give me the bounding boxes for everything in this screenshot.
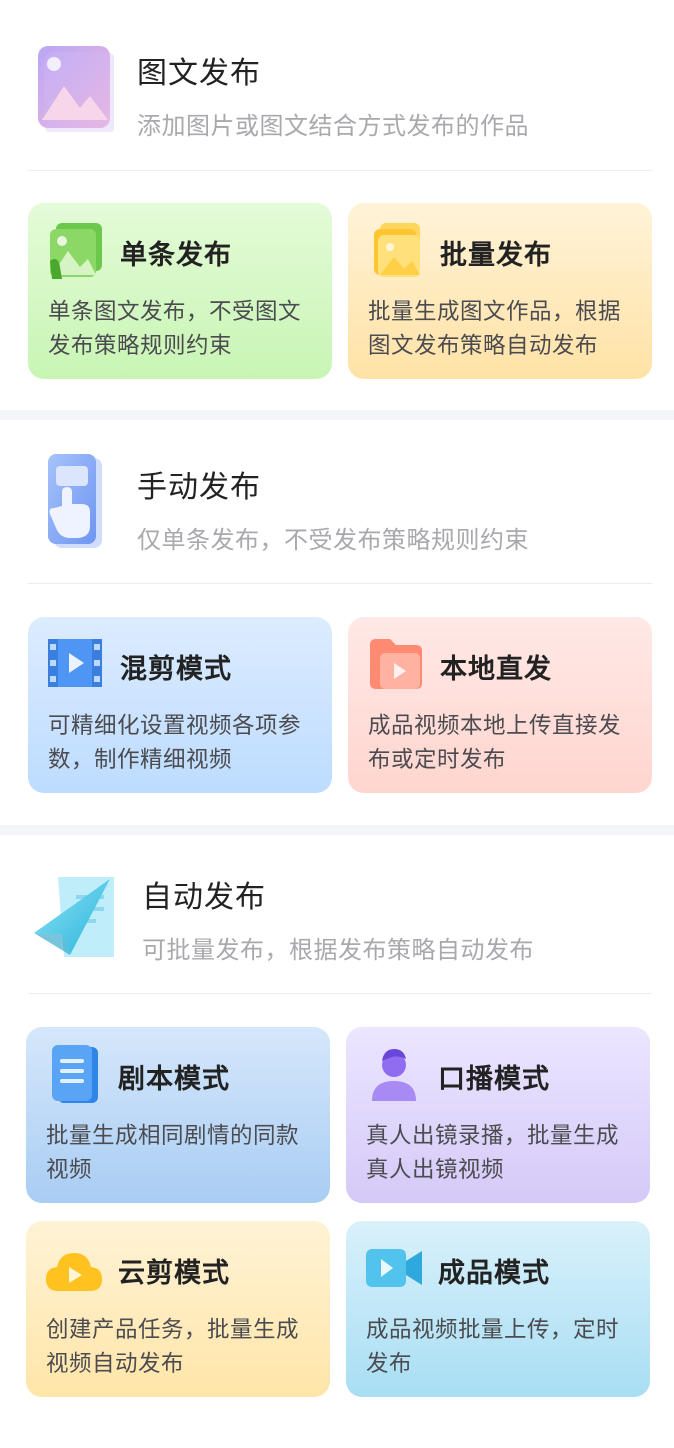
section-manual-post: 手动发布 仅单条发布，不受发布策略规则约束 混剪模式 可精细化设置视频各项参数，…	[0, 420, 674, 825]
card-desc: 批量生成相同剧情的同款视频	[46, 1123, 300, 1183]
section-auto-post: 自动发布 可批量发布，根据发布策略自动发布 剧本模式 批量生成相同剧情的同款视频…	[0, 835, 674, 1448]
card-title: 剧本模式	[118, 1064, 230, 1095]
manual-touch-icon	[40, 454, 120, 548]
image-stack-icon	[366, 221, 426, 279]
card-batch-post[interactable]: 批量发布 批量生成图文作品，根据图文发布策略自动发布	[348, 203, 652, 379]
card-title: 云剪模式	[118, 1258, 230, 1289]
section-desc: 添加图片或图文结合方式发布的作品	[137, 112, 529, 140]
card-title: 混剪模式	[120, 654, 232, 685]
section-title: 自动发布	[142, 880, 266, 915]
card-desc: 真人出镜录播，批量生成真人出镜视频	[366, 1123, 620, 1183]
card-title: 本地直发	[440, 654, 552, 685]
card-desc: 单条图文发布，不受图文发布策略规则约束	[48, 299, 302, 359]
card-title: 单条发布	[120, 240, 232, 271]
section-desc: 仅单条发布，不受发布策略规则约束	[137, 526, 529, 554]
card-cloud-edit-mode[interactable]: 云剪模式 创建产品任务，批量生成视频自动发布	[26, 1221, 330, 1397]
card-finished-mode[interactable]: 成品模式 成品视频批量上传，定时发布	[346, 1221, 650, 1397]
video-folder-icon	[366, 635, 426, 693]
single-image-icon	[46, 221, 106, 279]
video-camera-icon	[364, 1239, 424, 1297]
section-title: 手动发布	[137, 470, 261, 505]
card-mix-edit[interactable]: 混剪模式 可精细化设置视频各项参数，制作精细视频	[28, 617, 332, 793]
section-title: 图文发布	[137, 56, 261, 91]
section-image-post: 图文发布 添加图片或图文结合方式发布的作品 单条发布 单条图文发布，不受图文发布…	[0, 0, 674, 410]
presenter-icon	[364, 1045, 424, 1103]
card-desc: 成品视频批量上传，定时发布	[366, 1317, 620, 1377]
card-local-post[interactable]: 本地直发 成品视频本地上传直接发布或定时发布	[348, 617, 652, 793]
divider	[28, 993, 652, 994]
divider	[28, 583, 652, 584]
card-desc: 成品视频本地上传直接发布或定时发布	[368, 713, 622, 773]
image-post-icon	[34, 42, 116, 134]
card-single-post[interactable]: 单条发布 单条图文发布，不受图文发布策略规则约束	[28, 203, 332, 379]
card-desc: 可精细化设置视频各项参数，制作精细视频	[48, 713, 302, 773]
card-desc: 创建产品任务，批量生成视频自动发布	[46, 1317, 300, 1377]
film-strip-icon	[46, 635, 106, 693]
card-title: 批量发布	[440, 240, 552, 271]
script-doc-icon	[44, 1045, 104, 1103]
card-desc: 批量生成图文作品，根据图文发布策略自动发布	[368, 299, 622, 359]
section-desc: 可批量发布，根据发布策略自动发布	[142, 936, 534, 964]
card-script-mode[interactable]: 剧本模式 批量生成相同剧情的同款视频	[26, 1027, 330, 1203]
card-voice-mode[interactable]: 口播模式 真人出镜录播，批量生成真人出镜视频	[346, 1027, 650, 1203]
card-title: 口播模式	[438, 1064, 550, 1095]
card-title: 成品模式	[438, 1258, 550, 1289]
paper-plane-icon	[30, 873, 114, 963]
divider	[28, 170, 652, 171]
cloud-play-icon	[44, 1239, 104, 1297]
